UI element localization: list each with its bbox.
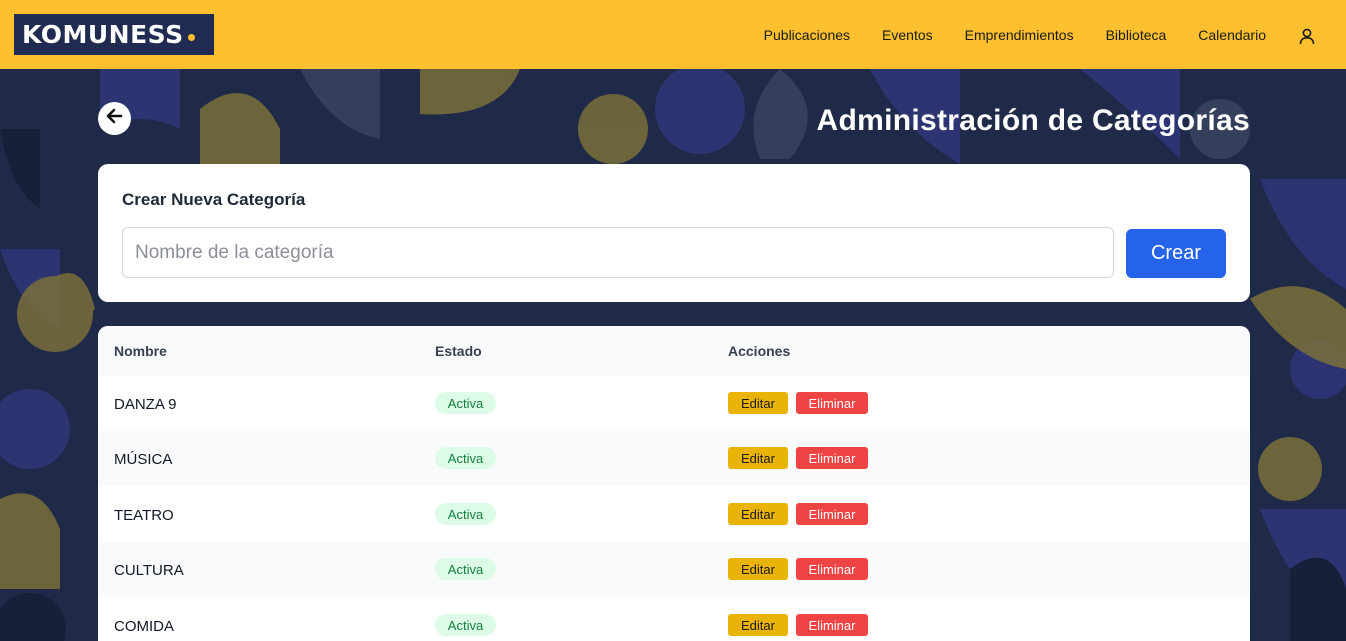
nav-link-emprendimientos[interactable]: Emprendimientos (965, 27, 1074, 43)
delete-button[interactable]: Eliminar (796, 447, 868, 469)
table-row: DANZA 9 Activa Editar Eliminar (98, 376, 1250, 431)
arrow-left-icon (105, 106, 125, 131)
table-row: CULTURA Activa Editar Eliminar (98, 542, 1250, 597)
page-title: Administración de Categorías (816, 104, 1250, 137)
logo-text: KOMUNESS (22, 20, 184, 49)
header-estado: Estado (435, 343, 482, 359)
nav-link-biblioteca[interactable]: Biblioteca (1106, 27, 1167, 43)
back-button[interactable] (98, 102, 131, 135)
nav-link-calendario[interactable]: Calendario (1198, 27, 1266, 43)
edit-button[interactable]: Editar (728, 558, 788, 580)
category-name: MÚSICA (114, 451, 173, 468)
status-badge: Activa (435, 447, 496, 469)
table-row: MÚSICA Activa Editar Eliminar (98, 431, 1250, 486)
create-category-card: Crear Nueva Categoría Crear (98, 164, 1250, 302)
top-navbar: KOMUNESS Publicaciones Eventos Emprendim… (0, 0, 1346, 69)
header-acciones: Acciones (728, 343, 791, 359)
categories-table: Nombre Estado Acciones DANZA 9 Activa Ed… (98, 326, 1250, 641)
header-nombre: Nombre (114, 343, 167, 359)
edit-button[interactable]: Editar (728, 503, 788, 525)
nav-links: Publicaciones Eventos Emprendimientos Bi… (732, 0, 1266, 69)
category-name: TEATRO (114, 507, 174, 524)
status-badge: Activa (435, 558, 496, 580)
create-button[interactable]: Crear (1126, 229, 1226, 278)
status-badge: Activa (435, 503, 496, 525)
delete-button[interactable]: Eliminar (796, 392, 868, 414)
table-header: Nombre Estado Acciones (98, 326, 1250, 376)
komuness-logo[interactable]: KOMUNESS (14, 14, 214, 55)
nav-link-publicaciones[interactable]: Publicaciones (764, 27, 850, 43)
create-category-title: Crear Nueva Categoría (122, 190, 306, 209)
logo-dot (187, 34, 195, 41)
category-name-input[interactable] (122, 227, 1114, 278)
category-name: DANZA 9 (114, 396, 177, 413)
table-row: TEATRO Activa Editar Eliminar (98, 487, 1250, 542)
edit-button[interactable]: Editar (728, 614, 788, 636)
nav-link-eventos[interactable]: Eventos (882, 27, 933, 43)
status-badge: Activa (435, 614, 496, 636)
status-badge: Activa (435, 392, 496, 414)
category-name: CULTURA (114, 562, 184, 579)
table-row: COMIDA Activa Editar Eliminar (98, 598, 1250, 641)
delete-button[interactable]: Eliminar (796, 558, 868, 580)
delete-button[interactable]: Eliminar (796, 614, 868, 636)
category-name: COMIDA (114, 618, 174, 635)
user-icon[interactable] (1298, 27, 1316, 45)
edit-button[interactable]: Editar (728, 392, 788, 414)
delete-button[interactable]: Eliminar (796, 503, 868, 525)
edit-button[interactable]: Editar (728, 447, 788, 469)
